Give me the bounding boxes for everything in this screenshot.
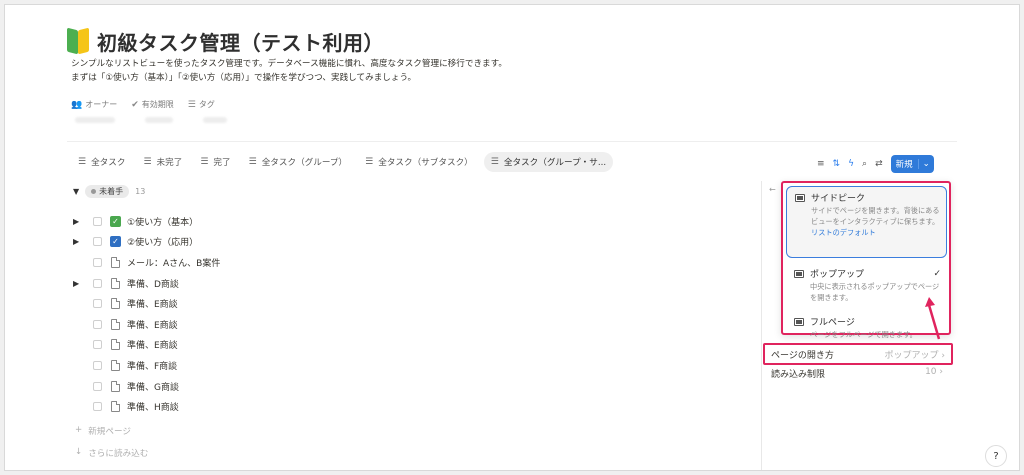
list-item[interactable]: 準備、E商談 <box>73 293 220 314</box>
page-description: シンプルなリストビューを使ったタスク管理です。データベース機能に慣れ、高度なタス… <box>71 57 507 85</box>
description-line-2: まずは「①使い方（基本）」「②使い方（応用）」で操作を学びつつ、実践してみましょ… <box>71 73 417 83</box>
document-icon <box>111 318 120 330</box>
document-icon <box>111 339 120 351</box>
row-checkbox[interactable] <box>93 340 102 350</box>
load-limit-setting[interactable]: 読み込み制限 10 › <box>771 367 943 380</box>
blurred-property-values <box>75 117 227 123</box>
check-icon: ✓ <box>933 269 941 279</box>
list-item[interactable]: 準備、E商談 <box>73 335 220 356</box>
app-window: 初級タスク管理（テスト利用） シンプルなリストビューを使ったタスク管理です。デー… <box>4 4 1020 471</box>
popup-icon <box>794 270 804 278</box>
tab-all-subtask[interactable]: ☰ 全タスク（サブタスク） <box>358 152 480 172</box>
toggle-right-icon[interactable]: ▶ <box>73 237 93 246</box>
list-item[interactable]: 準備、H商談 <box>73 396 220 417</box>
row-checkbox[interactable] <box>93 299 102 309</box>
toggle-right-icon[interactable]: ▶ <box>73 217 93 226</box>
search-icon[interactable]: ⌕ <box>862 159 867 169</box>
new-page-button[interactable]: + 新規ページ <box>75 425 131 437</box>
page-title: 初級タスク管理（テスト利用） <box>97 31 384 55</box>
list-item[interactable]: ▶ 準備、D商談 <box>73 273 220 294</box>
full-page-icon <box>794 318 804 326</box>
default-label: リストのデフォルト <box>811 228 876 237</box>
list-icon: ☰ <box>143 157 152 167</box>
arrow-down-icon: ↓ <box>75 447 83 457</box>
row-checkbox[interactable] <box>93 257 102 267</box>
people-icon: 👥 <box>71 99 83 110</box>
list-item[interactable]: メール：Aさん、B案件 <box>73 252 220 273</box>
back-arrow-icon[interactable]: ← <box>769 185 776 194</box>
document-icon <box>111 401 120 413</box>
settings-panel-divider <box>761 181 762 470</box>
beginner-mark-icon <box>67 27 89 55</box>
tab-all-tasks[interactable]: ☰ 全タスク <box>71 152 132 172</box>
document-icon <box>111 277 120 289</box>
property-expiry[interactable]: ✔ 有効期限 <box>131 99 174 110</box>
view-tabs: ☰ 全タスク ☰ 未完了 ☰ 完了 ☰ 全タスク（グループ） ☰ 全タスク（サブタスク） … <box>71 152 614 172</box>
tab-all-group[interactable]: ☰ 全タスク（グループ） <box>242 152 355 172</box>
row-checkbox[interactable] <box>93 402 102 412</box>
row-checkbox[interactable] <box>93 360 102 370</box>
tab-complete[interactable]: ☰ 完了 <box>193 152 237 172</box>
new-button[interactable]: 新規 ⌄ <box>890 155 934 173</box>
row-checkbox[interactable] <box>93 381 102 391</box>
list-icon: ☰ <box>78 157 87 167</box>
help-icon[interactable]: ? <box>985 445 1007 467</box>
open-page-setting[interactable]: ページの開き方 ポップアップ › <box>763 343 953 365</box>
filter-icon[interactable]: ≡ <box>817 159 825 169</box>
view-toolbar: ≡ ⇅ ϟ ⌕ ⇄ 新規 ⌄ <box>817 155 934 173</box>
check-circle-icon: ✔ <box>131 99 139 110</box>
sort-icon[interactable]: ⇅ <box>833 159 841 169</box>
side-peek-icon <box>795 194 805 202</box>
status-badge: 未着手 <box>85 185 130 198</box>
list-item[interactable]: 準備、F商談 <box>73 355 220 376</box>
page-title-wrap: 初級タスク管理（テスト利用） <box>67 27 384 56</box>
checkmark-icon: ✓ <box>110 215 121 227</box>
chevron-down-icon[interactable]: ⌄ <box>917 159 934 169</box>
list-icon: ☰ <box>490 157 499 167</box>
list-icon: ☰ <box>187 99 196 110</box>
property-tag[interactable]: ☰ タグ <box>188 99 215 110</box>
divider <box>67 141 957 142</box>
chevron-right-icon: › <box>939 367 943 377</box>
new-button-label: 新規 <box>895 160 913 170</box>
toggle-right-icon[interactable]: ▶ <box>73 279 93 288</box>
document-icon <box>111 359 120 371</box>
list-item[interactable]: 準備、G商談 <box>73 376 220 397</box>
option-side-peek[interactable]: サイドピーク サイドでページを開きます。背後にあるビューをインタラクティブに保ち… <box>786 186 947 258</box>
list-icon: ☰ <box>365 157 374 167</box>
list-icon: ☰ <box>248 157 257 167</box>
list-icon: ☰ <box>200 157 209 167</box>
row-checkbox[interactable] <box>93 237 102 247</box>
row-checkbox[interactable] <box>93 319 102 329</box>
load-more-button[interactable]: ↓ さらに読み込む <box>75 447 148 459</box>
status-dot-icon <box>91 189 97 194</box>
property-bar: 👥 オーナー ✔ 有効期限 ☰ タグ <box>71 99 215 110</box>
toggle-down-icon[interactable]: ▼ <box>73 187 79 196</box>
document-icon <box>111 298 120 310</box>
task-list: ▶ ✓ ①使い方（基本） ▶ ✓ ②使い方（応用） メール：Aさん、B案件 ▶ 準備、D商… <box>73 211 220 417</box>
document-icon <box>111 256 120 268</box>
checkmark-icon: ✓ <box>110 236 121 248</box>
list-item[interactable]: ▶ ✓ ①使い方（基本） <box>73 211 220 232</box>
annotation-arrow-icon <box>925 297 941 340</box>
property-owner[interactable]: 👥 オーナー <box>71 99 117 110</box>
settings-icon[interactable]: ⇄ <box>875 159 883 169</box>
document-icon <box>111 380 120 392</box>
row-checkbox[interactable] <box>93 278 102 288</box>
tab-incomplete[interactable]: ☰ 未完了 <box>136 152 189 172</box>
chevron-right-icon: › <box>941 350 945 361</box>
list-item[interactable]: ▶ ✓ ②使い方（応用） <box>73 232 220 253</box>
group-header[interactable]: ▼ 未着手 13 <box>73 185 145 198</box>
description-line-1: シンプルなリストビューを使ったタスク管理です。データベース機能に慣れ、高度なタス… <box>71 59 507 69</box>
list-item[interactable]: 準備、E商談 <box>73 314 220 335</box>
lightning-icon[interactable]: ϟ <box>848 159 854 169</box>
tab-all-group-sub[interactable]: ☰ 全タスク（グループ・サ... <box>483 152 614 172</box>
row-checkbox[interactable] <box>93 216 102 226</box>
group-count: 13 <box>135 187 146 196</box>
plus-icon: + <box>75 425 83 435</box>
